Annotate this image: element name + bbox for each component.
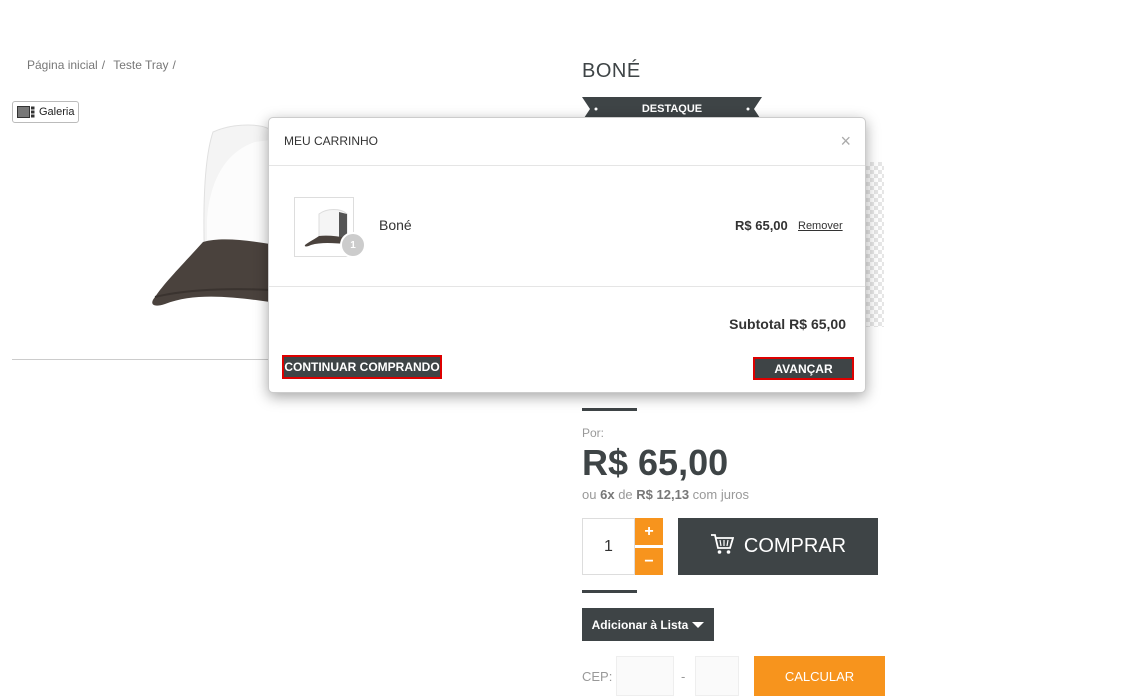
breadcrumb-separator: / <box>101 58 106 72</box>
product-image[interactable] <box>135 122 270 350</box>
close-icon[interactable]: × <box>840 131 851 152</box>
buy-button[interactable]: COMPRAR <box>678 518 878 575</box>
cep-dash: - <box>681 669 686 684</box>
quantity-decrease-button[interactable]: − <box>635 548 663 575</box>
installments-text: ou 6x de R$ 12,13 com juros <box>582 487 749 502</box>
add-to-list-button[interactable]: Adicionar à Lista <box>582 608 714 641</box>
calculate-shipping-button[interactable]: CALCULAR <box>754 656 885 696</box>
installments-connector: de <box>618 487 633 502</box>
breadcrumb-category[interactable]: Teste Tray <box>113 58 168 72</box>
price-prefix: Por: <box>582 426 605 440</box>
cart-icon <box>710 533 735 561</box>
checkout-button[interactable]: AVANÇAR <box>753 357 854 380</box>
continue-shopping-button[interactable]: CONTINUAR COMPRANDO <box>282 355 442 379</box>
installments-amount: R$ 12,13 <box>636 487 690 502</box>
installments-prefix: ou <box>582 487 597 502</box>
buy-button-label: COMPRAR <box>743 535 847 557</box>
cep-input-second[interactable] <box>695 656 739 696</box>
remove-item-link[interactable]: Remover <box>798 220 843 232</box>
quantity-input[interactable]: 1 <box>582 518 635 575</box>
highlight-badge-label: DESTAQUE <box>641 103 703 115</box>
product-title: BONÉ <box>582 60 641 82</box>
cart-modal: MEU CARRINHO × 1 Boné R$ 65,00 Remover S… <box>268 117 866 393</box>
cart-item-name: Boné <box>379 217 412 233</box>
cart-modal-title: MEU CARRINHO <box>284 134 379 148</box>
divider <box>12 359 268 360</box>
cart-item-row: 1 Boné R$ 65,00 Remover <box>269 166 865 287</box>
subtotal-value: R$ 65,00 <box>789 316 846 332</box>
image-placeholder <box>866 162 884 327</box>
add-to-list-label: Adicionar à Lista <box>591 617 689 632</box>
cep-input-first[interactable] <box>616 656 674 696</box>
product-price: R$ 65,00 <box>582 442 729 483</box>
installments-count: 6x <box>600 487 615 502</box>
cart-subtotal: Subtotal R$ 65,00 <box>729 316 850 332</box>
quantity-increase-button[interactable]: + <box>635 518 663 545</box>
cep-label: CEP: <box>582 669 613 684</box>
breadcrumb-separator: / <box>172 58 176 72</box>
cart-modal-header: MEU CARRINHO × <box>269 118 865 166</box>
gallery-icon <box>17 106 35 118</box>
breadcrumb-home[interactable]: Página inicial <box>27 58 98 72</box>
installments-suffix: com juros <box>692 487 750 502</box>
cart-item-quantity-badge: 1 <box>340 232 366 258</box>
gallery-button[interactable]: Galeria <box>12 101 80 123</box>
price-divider <box>582 408 637 411</box>
subtotal-label: Subtotal <box>729 316 786 332</box>
gallery-label: Galeria <box>39 106 75 118</box>
caret-down-icon <box>692 618 705 632</box>
cart-item-price: R$ 65,00 <box>735 218 788 233</box>
section-divider <box>582 590 637 593</box>
breadcrumb: Página inicial / Teste Tray / <box>27 58 181 72</box>
